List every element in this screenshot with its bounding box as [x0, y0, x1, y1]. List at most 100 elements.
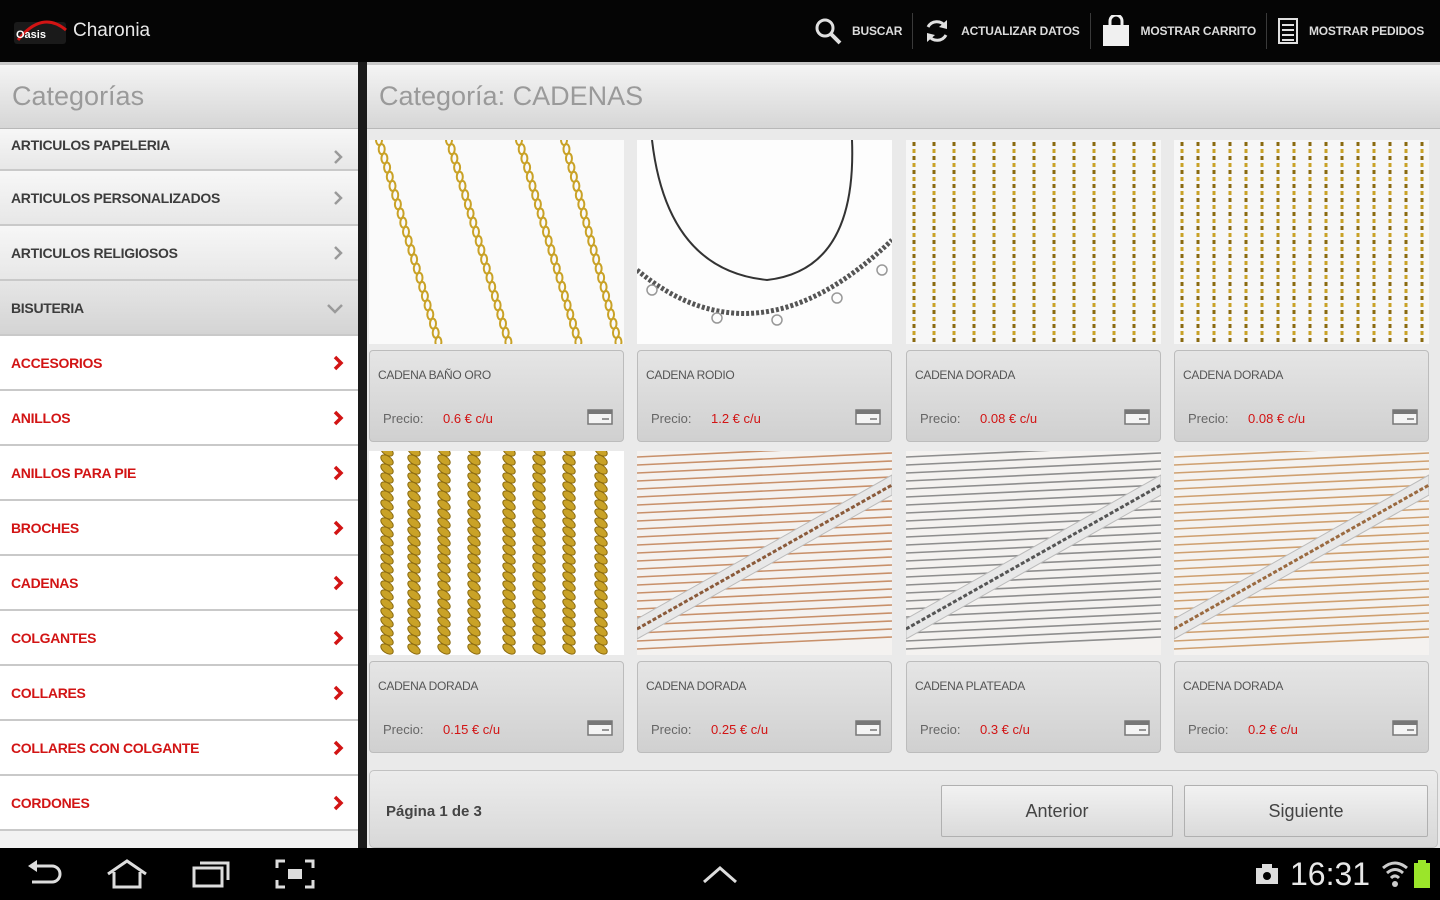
category-item[interactable]: COLLARES: [0, 666, 358, 721]
chevron-right-icon: [334, 245, 343, 260]
orders-list-icon: [1277, 17, 1299, 45]
product-name: CADENA DORADA: [646, 679, 747, 693]
add-to-cart-icon[interactable]: [1124, 719, 1150, 737]
chevron-right-icon: [333, 355, 344, 370]
category-label: ANILLOS PARA PIE: [11, 464, 137, 481]
add-to-cart-icon[interactable]: [587, 719, 613, 737]
product-price: 0.25 € c/u: [711, 722, 769, 737]
category-item[interactable]: ARTICULOS RELIGIOSOS: [0, 226, 358, 281]
chevron-right-icon: [333, 410, 344, 425]
chevron-right-icon: [333, 685, 344, 700]
add-to-cart-icon[interactable]: [1392, 719, 1418, 737]
product-card[interactable]: CADENA DORADA Precio: 0.25 € c/u: [637, 451, 892, 754]
page-indicator: Página 1 de 3: [386, 803, 482, 820]
add-to-cart-icon[interactable]: [1392, 408, 1418, 426]
product-card[interactable]: CADENA PLATEADA Precio: 0.3 € c/u: [906, 451, 1161, 754]
product-price: 0.3 € c/u: [980, 722, 1030, 737]
category-item[interactable]: BISUTERIA: [0, 281, 358, 336]
category-item[interactable]: ARTICULOS PERSONALIZADOS: [0, 171, 358, 226]
product-info[interactable]: CADENA BAÑO ORO Precio: 0.6 € c/u: [369, 350, 624, 442]
product-info[interactable]: CADENA DORADA Precio: 0.08 € c/u: [906, 350, 1161, 442]
categories-list: ARTICULOS PAPELERIA ARTICULOS PERSONALIZA…: [0, 129, 358, 831]
price-label: Precio:: [920, 411, 961, 426]
screenshot-icon[interactable]: [274, 858, 316, 890]
product-photo[interactable]: [1174, 140, 1429, 344]
product-price: 1.2 € c/u: [711, 411, 761, 426]
home-icon[interactable]: [104, 858, 150, 890]
category-label: COLGANTES: [11, 629, 97, 646]
add-to-cart-icon[interactable]: [855, 719, 881, 737]
chevron-right-icon: [333, 795, 344, 810]
refresh-data-button[interactable]: ACTUALIZAR DATOS: [913, 0, 1089, 62]
system-nav-bar: 16:31: [0, 848, 1440, 900]
price-label: Precio:: [1188, 411, 1229, 426]
product-price: 0.08 € c/u: [980, 411, 1038, 426]
categories-header: Categorías: [0, 65, 358, 129]
search-button[interactable]: BUSCAR: [804, 0, 912, 62]
svg-text:Oasis: Oasis: [16, 29, 46, 41]
product-card[interactable]: CADENA DORADA Precio: 0.2 € c/u: [1174, 451, 1429, 754]
previous-page-button[interactable]: Anterior: [941, 785, 1173, 837]
add-to-cart-icon[interactable]: [855, 408, 881, 426]
product-name: CADENA DORADA: [1183, 679, 1284, 693]
price-label: Precio:: [651, 411, 692, 426]
app-title: Charonia: [73, 20, 151, 41]
category-item[interactable]: COLLARES CON COLGANTE: [0, 721, 358, 776]
chevron-right-icon: [333, 630, 344, 645]
price-label: Precio:: [651, 722, 692, 737]
category-item[interactable]: COLGANTES: [0, 611, 358, 666]
product-card[interactable]: CADENA DORADA Precio: 0.08 € c/u: [1174, 140, 1429, 443]
product-info[interactable]: CADENA DORADA Precio: 0.2 € c/u: [1174, 661, 1429, 753]
product-card[interactable]: CADENA DORADA Precio: 0.08 € c/u: [906, 140, 1161, 443]
category-item[interactable]: ARTICULOS PAPELERIA: [0, 129, 358, 171]
show-orders-button[interactable]: MOSTRAR PEDIDOS: [1267, 0, 1434, 62]
category-item[interactable]: ANILLOS PARA PIE: [0, 446, 358, 501]
show-cart-button[interactable]: MOSTRAR CARRITO: [1091, 0, 1266, 62]
add-to-cart-icon[interactable]: [1124, 408, 1150, 426]
add-to-cart-icon[interactable]: [587, 408, 613, 426]
product-card[interactable]: CADENA BAÑO ORO Precio: 0.6 € c/u: [369, 140, 624, 443]
refresh-data-label: ACTUALIZAR DATOS: [961, 24, 1080, 38]
product-card[interactable]: CADENA DORADA Precio: 0.15 € c/u: [369, 451, 624, 754]
category-label: ANILLOS: [11, 409, 71, 426]
next-page-button[interactable]: Siguiente: [1184, 785, 1428, 837]
chevron-right-icon: [333, 520, 344, 535]
product-photo[interactable]: [906, 451, 1161, 655]
product-name: CADENA DORADA: [915, 368, 1016, 382]
category-label: COLLARES CON COLGANTE: [11, 739, 200, 756]
product-info[interactable]: CADENA DORADA Precio: 0.08 € c/u: [1174, 350, 1429, 442]
product-photo[interactable]: [369, 140, 624, 344]
product-name: CADENA BAÑO ORO: [378, 368, 491, 382]
back-icon[interactable]: [24, 858, 64, 890]
category-label: COLLARES: [11, 684, 86, 701]
category-item[interactable]: ANILLOS: [0, 391, 358, 446]
product-info[interactable]: CADENA DORADA Precio: 0.25 € c/u: [637, 661, 892, 753]
category-label: BROCHES: [11, 519, 79, 536]
status-clock: 16:31: [1290, 856, 1371, 892]
price-label: Precio:: [920, 722, 961, 737]
show-cart-label: MOSTRAR CARRITO: [1140, 24, 1257, 38]
product-photo[interactable]: [906, 140, 1161, 344]
product-photo[interactable]: [1174, 451, 1429, 655]
product-info[interactable]: CADENA DORADA Precio: 0.15 € c/u: [369, 661, 624, 753]
category-item[interactable]: CORDONES: [0, 776, 358, 831]
app-logo: Oasis: [14, 20, 67, 44]
wifi-icon: [1382, 861, 1408, 887]
product-price: 0.08 € c/u: [1248, 411, 1306, 426]
category-label: CORDONES: [11, 794, 90, 811]
product-price: 0.2 € c/u: [1248, 722, 1298, 737]
product-price: 0.15 € c/u: [443, 722, 501, 737]
product-card[interactable]: CADENA RODIO Precio: 1.2 € c/u: [637, 140, 892, 443]
product-photo[interactable]: [637, 451, 892, 655]
category-item[interactable]: BROCHES: [0, 501, 358, 556]
chevron-right-icon: [334, 150, 343, 164]
category-item[interactable]: CADENAS: [0, 556, 358, 611]
product-photo[interactable]: [637, 140, 892, 344]
chevron-up-icon[interactable]: [700, 862, 740, 886]
products-panel: Categoría: CADENAS CADENA BAÑO ORO Precio…: [367, 62, 1440, 848]
product-info[interactable]: CADENA PLATEADA Precio: 0.3 € c/u: [906, 661, 1161, 753]
product-info[interactable]: CADENA RODIO Precio: 1.2 € c/u: [637, 350, 892, 442]
recent-apps-icon[interactable]: [190, 858, 232, 890]
product-photo[interactable]: [369, 451, 624, 655]
category-item[interactable]: ACCESORIOS: [0, 336, 358, 391]
